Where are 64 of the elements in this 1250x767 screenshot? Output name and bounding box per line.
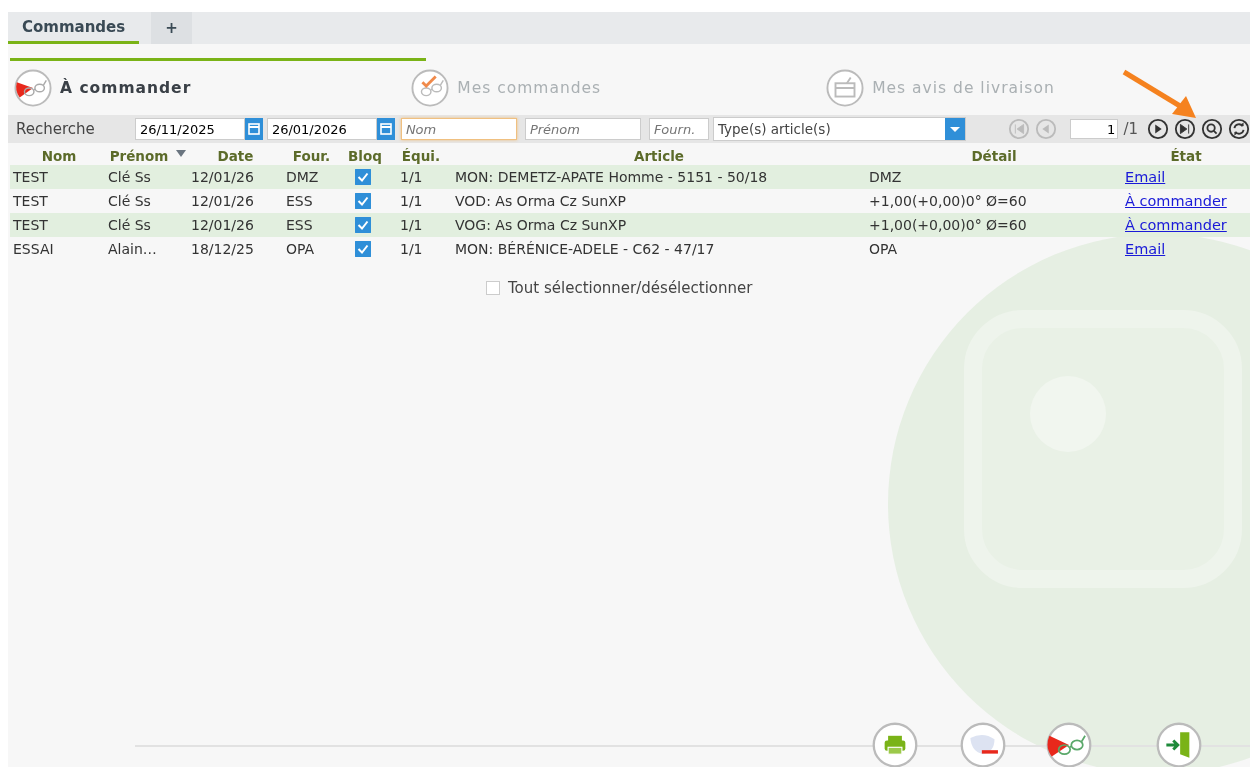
refresh-icon[interactable] [1228, 118, 1250, 140]
column-header[interactable]: Prénom [108, 147, 188, 165]
table-cell: TEST [10, 165, 108, 189]
column-header[interactable]: Équi. [390, 147, 452, 165]
supplier-field[interactable]: Fourn. [648, 118, 709, 140]
name-field[interactable]: Nom [400, 118, 517, 140]
lens-remove-icon[interactable] [960, 722, 1006, 767]
table-cell: MON: DEMETZ-APATE Homme - 5151 - 50/18 [452, 165, 866, 189]
checkbox[interactable] [355, 241, 371, 257]
date-to-field[interactable]: 26/01/2026 [266, 118, 377, 140]
sort-icon [176, 150, 187, 157]
column-header[interactable]: État [1122, 147, 1250, 165]
table-cell-text: ESS [285, 192, 314, 211]
column-header[interactable]: Date [188, 147, 283, 165]
search-label: Recherche [16, 120, 96, 138]
next-page-icon[interactable] [1147, 118, 1169, 140]
checkbox[interactable] [355, 217, 371, 233]
status-link[interactable]: À commander [1125, 189, 1227, 213]
first-name-field[interactable]: Prénom [524, 118, 641, 140]
table-cell-text: TEST [12, 192, 49, 211]
column-header[interactable]: Four. [283, 147, 340, 165]
table-cell-text: MON: BÉRÉNICE-ADELE - C62 - 47/17 [454, 240, 716, 259]
column-header[interactable]: Article [452, 147, 866, 165]
table-cell: DMZ [283, 165, 340, 189]
checkbox[interactable] [355, 169, 371, 185]
table-cell-text: ESSAI [12, 240, 55, 259]
page-field[interactable]: 1 [1070, 119, 1119, 139]
table-cell: +1,00(+0,00)0° Ø=60 [866, 213, 1122, 237]
column-header[interactable]: Nom [10, 147, 108, 165]
select-all-label[interactable]: Tout sélectionner/désélectionner [508, 279, 753, 297]
table-cell-text: VOD: As Orma Cz SunXP [454, 192, 628, 211]
column-header[interactable]: Détail [866, 147, 1122, 165]
table-cell: 1/1 [390, 213, 452, 237]
column-header[interactable]: Bloq [340, 147, 390, 165]
table-cell: TEST [10, 213, 108, 237]
table-cell-text: Clé Ss [108, 192, 152, 211]
table-cell: DMZ [866, 165, 1122, 189]
checkbox[interactable] [355, 193, 371, 209]
table-cell-text: 18/12/25 [190, 240, 255, 259]
table-cell: 12/01/26 [188, 213, 283, 237]
table-cell: 12/01/26 [188, 165, 283, 189]
last-page-icon[interactable] [1174, 118, 1196, 140]
table-cell-text: 1/1 [399, 192, 424, 211]
table-cell: VOG: As Orma Cz SunXP [452, 213, 866, 237]
page-total: /1 [1123, 120, 1138, 138]
table-cell-text: OPA [285, 240, 316, 259]
table-cell: ESS [283, 213, 340, 237]
exit-icon[interactable] [1156, 722, 1202, 767]
table-cell-text: 12/01/26 [190, 192, 255, 211]
date-from-field[interactable]: 26/11/2025 [134, 118, 245, 140]
tab[interactable]: + [151, 12, 192, 44]
table-cell: Clé Ss [108, 213, 188, 237]
article-type-dropdown[interactable]: Type(s) article(s) [712, 117, 967, 141]
checkbox[interactable] [486, 281, 500, 295]
printer-icon[interactable] [872, 722, 918, 767]
table-cell-text: OPA [868, 240, 899, 259]
table-cell-text: +1,00(+0,00)0° Ø=60 [868, 192, 1028, 211]
table-cell: 1/1 [390, 165, 452, 189]
table-cell-text: 1/1 [399, 240, 424, 259]
section-tab[interactable]: À commander [14, 69, 192, 107]
status-link[interactable]: Email [1125, 237, 1166, 261]
search-icon[interactable] [1201, 118, 1223, 140]
table-cell-text: Alain… [108, 240, 158, 259]
table-cell: Clé Ss [108, 165, 188, 189]
